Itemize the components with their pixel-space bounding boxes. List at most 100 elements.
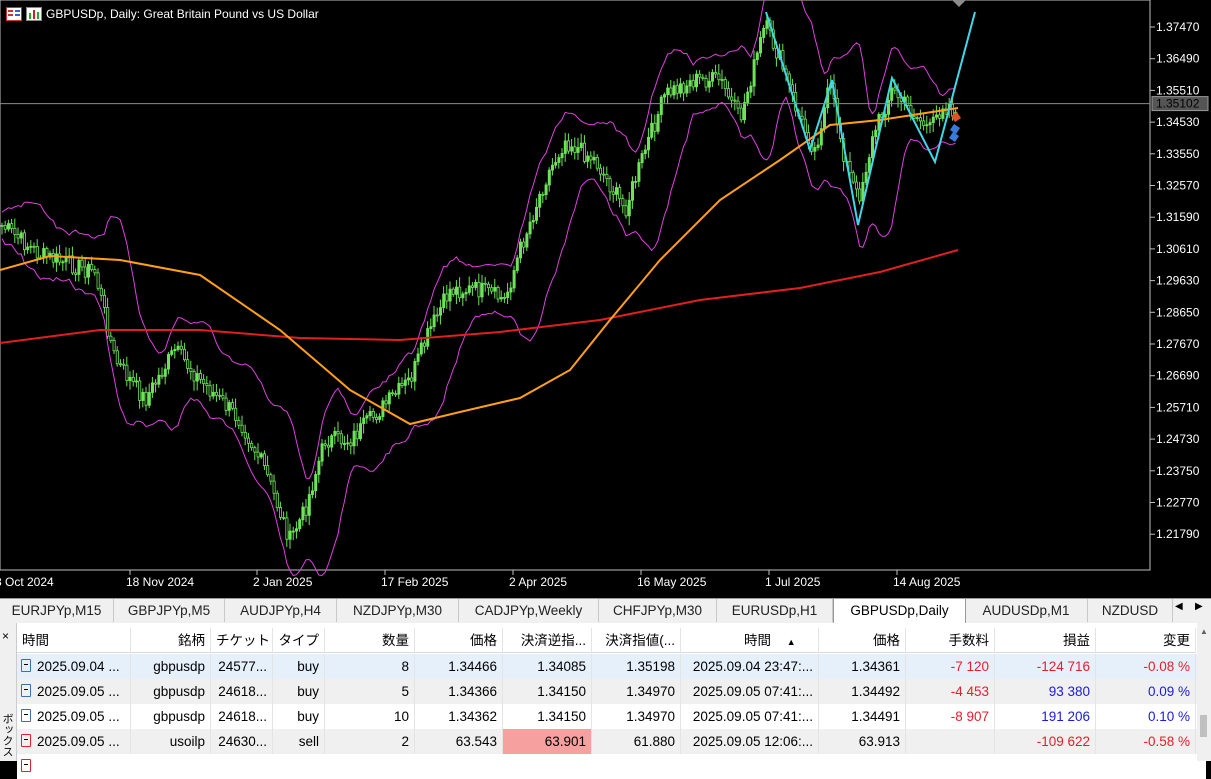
tab-nzdjpyp-m30[interactable]: NZDJPYp,M30: [337, 599, 459, 622]
candle-body: [150, 382, 154, 393]
tab-gbpusdp-daily[interactable]: GBPUSDp,Daily: [833, 599, 966, 623]
cell-volume: 10: [325, 704, 415, 729]
cell-take-profit[interactable]: 1.34970: [592, 704, 681, 729]
tab-scroll-left-icon[interactable]: ◀: [1175, 601, 1183, 612]
col-header-current-price[interactable]: 価格: [819, 628, 906, 653]
candle-body: [711, 72, 715, 82]
col-header-take-profit[interactable]: 決済指値(...: [592, 628, 681, 653]
candle-body: [519, 241, 523, 259]
scroll-up-icon[interactable]: ▲: [1200, 627, 1208, 636]
candle-body: [653, 122, 657, 132]
candle-body: [51, 252, 55, 263]
candle-body: [202, 378, 206, 384]
tab-audjpyp-h4[interactable]: AUDJPYp,H4: [225, 599, 337, 622]
cell-take-profit[interactable]: 61.880: [592, 729, 681, 754]
chart-area[interactable]: 1.37470 1.36490 1.35510 1.34530 1.33550 1.325…: [0, 0, 1211, 596]
candle-body: [87, 263, 91, 278]
cell-profit: 93 380: [995, 679, 1096, 704]
candle-body: [422, 342, 426, 347]
candle-body: [631, 181, 635, 201]
trade-panel-icon[interactable]: [6, 7, 22, 21]
candle-body: [551, 164, 555, 171]
candle-body: [189, 367, 193, 373]
table-row[interactable]: 2025.09.05 ... usoilp 24630... sell 2 63…: [17, 729, 1206, 754]
cell-price: 1.34362: [415, 704, 503, 729]
col-header-stop-loss[interactable]: 決済逆指...: [503, 628, 592, 653]
candle-body: [131, 376, 135, 382]
candle-body: [77, 259, 81, 275]
scroll-thumb[interactable]: [1200, 715, 1207, 737]
candle-body: [355, 430, 359, 440]
candle-body: [506, 291, 510, 298]
price-chart[interactable]: 1.37470 1.36490 1.35510 1.34530 1.33550 1.325…: [0, 0, 1211, 596]
candle-body: [176, 345, 180, 350]
candle-body: [695, 73, 699, 88]
close-icon[interactable]: ×: [2, 629, 9, 643]
candle-body: [208, 385, 212, 397]
candle-body: [195, 373, 199, 382]
col-header-ticket[interactable]: チケット: [211, 628, 273, 653]
candle-body: [16, 234, 20, 239]
col-header-type[interactable]: タイプ: [273, 628, 325, 653]
candle-body: [672, 85, 676, 96]
table-row-partial[interactable]: [17, 754, 1206, 779]
cell-stop-loss-highlighted[interactable]: 63.901: [503, 729, 592, 754]
tab-gbpjpyp-m5[interactable]: GBPJPYp,M5: [114, 599, 225, 622]
table-row[interactable]: 2025.09.05 ... gbpusdp 24618... buy 10 1…: [17, 704, 1206, 729]
candle-body: [256, 451, 260, 458]
candle-body: [951, 103, 955, 117]
candle-body: [298, 519, 302, 530]
col-header-volume[interactable]: 数量: [325, 628, 415, 653]
candle-body: [855, 181, 859, 190]
cell-volume: 5: [325, 679, 415, 704]
tab-nzdusd[interactable]: NZDUSD: [1088, 599, 1173, 622]
y-tick-label: 1.33550: [1156, 147, 1200, 161]
col-header-commission[interactable]: 手数料: [906, 628, 995, 653]
table-row[interactable]: 2025.09.04 ... gbpusdp 24577... buy 8 1.…: [17, 654, 1206, 679]
candle-body: [90, 263, 94, 270]
candle-body: [336, 431, 340, 435]
candle-body: [589, 155, 593, 161]
candle-body: [922, 120, 926, 126]
cell-stop-loss[interactable]: 1.34150: [503, 704, 592, 729]
candle-body: [608, 178, 612, 193]
candle-body: [234, 407, 238, 421]
cell-take-profit[interactable]: 1.34970: [592, 679, 681, 704]
col-header-open-time[interactable]: 時間: [17, 628, 131, 653]
candle-body: [419, 342, 423, 355]
cell-stop-loss[interactable]: 1.34085: [503, 654, 592, 679]
candle-body: [106, 307, 110, 337]
candle-body: [154, 382, 158, 385]
col-header-time[interactable]: 時間 ▲: [681, 628, 819, 653]
tab-scroll-right-icon[interactable]: ▶: [1195, 601, 1203, 612]
candle-body: [115, 350, 119, 365]
candle-body: [515, 257, 519, 271]
candle-body: [531, 219, 535, 223]
tab-chfjpyp-m30[interactable]: CHFJPYp,M30: [599, 599, 717, 622]
tab-audusdp-m1[interactable]: AUDUSDp,M1: [965, 599, 1088, 622]
cell-symbol: gbpusdp: [131, 679, 211, 704]
candle-body: [493, 287, 497, 292]
col-header-symbol[interactable]: 銘柄: [131, 628, 211, 653]
tab-eurusdp-h1[interactable]: EURUSDp,H1: [717, 599, 833, 622]
candle-body: [214, 391, 218, 396]
candle-body: [253, 447, 257, 453]
candle-body: [727, 88, 731, 98]
cell-take-profit[interactable]: 1.35198: [592, 654, 681, 679]
candle-body: [352, 430, 356, 447]
candle-body: [637, 162, 641, 182]
tab-eurjpyp-m15[interactable]: EURJPYp,M15: [0, 599, 114, 622]
cell-time: 2025.09.05 07:41:...: [681, 704, 819, 729]
col-header-change[interactable]: 変更: [1096, 628, 1196, 653]
col-header-profit[interactable]: 損益: [995, 628, 1096, 653]
tab-cadjpyp-weekly[interactable]: CADJPYp,Weekly: [459, 599, 599, 622]
candle-body: [304, 506, 308, 516]
candle-body: [502, 296, 506, 299]
vertical-scrollbar[interactable]: ▲: [1197, 623, 1211, 761]
x-tick-label: 14 Aug 2025: [893, 575, 961, 589]
cell-stop-loss[interactable]: 1.34150: [503, 679, 592, 704]
cell-time: 2025.09.05 12:06:...: [681, 729, 819, 754]
col-header-price[interactable]: 価格: [415, 628, 503, 653]
cell-change: 0.09 %: [1096, 679, 1196, 704]
table-row[interactable]: 2025.09.05 ... gbpusdp 24618... buy 5 1.…: [17, 679, 1206, 704]
